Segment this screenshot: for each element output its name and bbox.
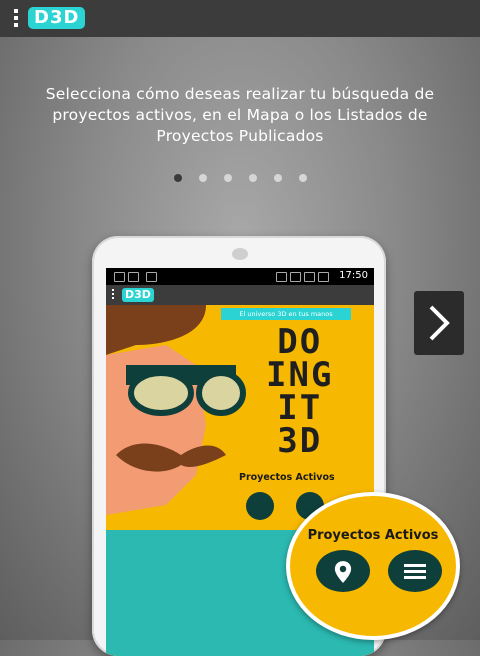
overflow-menu-icon[interactable] xyxy=(14,9,18,29)
alarm-icon xyxy=(290,272,301,282)
usb-icon xyxy=(114,272,125,282)
phone-app-bar: D3D xyxy=(106,285,374,305)
phone-menu-icon xyxy=(112,289,114,301)
phone-speaker xyxy=(232,248,248,260)
list-icon xyxy=(404,564,426,579)
page-dot-1[interactable] xyxy=(174,174,182,182)
zoom-callout: Proyectos Activos xyxy=(286,492,460,640)
phone-map-button xyxy=(246,492,274,520)
mail-icon xyxy=(146,272,157,282)
headline-line: 3D xyxy=(277,421,323,461)
phone-section-title: Proyectos Activos xyxy=(239,472,335,483)
sync-icon xyxy=(276,272,287,282)
usb-debug-icon xyxy=(128,272,139,282)
phone-tagline: El universo 3D en tus manos xyxy=(221,308,351,320)
hipster-illustration xyxy=(106,305,246,515)
app-logo: D3D xyxy=(28,7,86,29)
zoom-title: Proyectos Activos xyxy=(307,528,439,543)
page-dot-6[interactable] xyxy=(299,174,307,182)
phone-status-time: 17:50 xyxy=(339,270,368,281)
list-button[interactable] xyxy=(388,550,442,592)
map-button[interactable] xyxy=(316,550,370,592)
next-button[interactable] xyxy=(414,291,464,355)
page-indicator xyxy=(168,172,318,184)
page-dot-4[interactable] xyxy=(249,174,257,182)
map-pin-icon xyxy=(334,561,352,583)
page-dot-2[interactable] xyxy=(199,174,207,182)
intro-text: Selecciona cómo deseas realizar tu búsqu… xyxy=(45,85,435,145)
phone-status-bar: 17:50 xyxy=(106,268,374,285)
page-dot-5[interactable] xyxy=(274,174,282,182)
battery-icon xyxy=(318,272,329,282)
page-dot-3[interactable] xyxy=(224,174,232,182)
phone-app-logo: D3D xyxy=(122,288,154,302)
chevron-right-icon xyxy=(429,305,450,341)
app-bar: D3D xyxy=(0,0,480,37)
wifi-icon xyxy=(304,272,315,282)
doing-it-3d-headline: DO ING IT 3D xyxy=(266,325,333,461)
